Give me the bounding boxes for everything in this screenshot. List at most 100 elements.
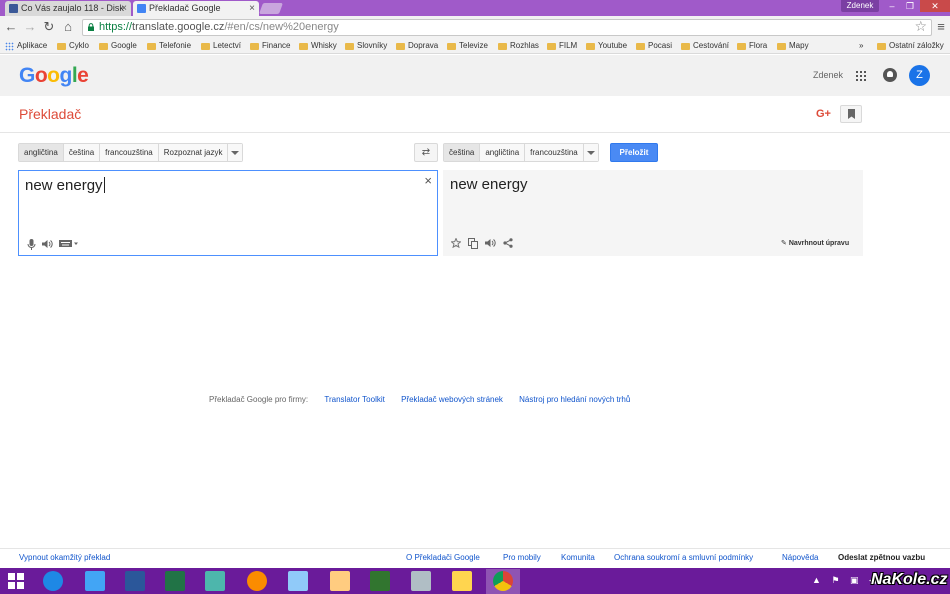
- star-icon[interactable]: [451, 238, 461, 248]
- paint-icon[interactable]: [330, 571, 350, 591]
- bookmark-folder[interactable]: Whisky: [299, 40, 337, 52]
- bookmark-folder[interactable]: FILM: [547, 40, 577, 52]
- listen-speaker-icon[interactable]: [42, 239, 53, 249]
- bookmarks-overflow-button[interactable]: »: [859, 40, 863, 52]
- footer-link-about[interactable]: O Překladači Google: [406, 553, 480, 562]
- clear-text-icon[interactable]: ×: [424, 173, 432, 188]
- footer-link-community[interactable]: Komunita: [561, 553, 595, 562]
- word-icon[interactable]: [125, 571, 145, 591]
- new-tab-button[interactable]: [258, 3, 284, 14]
- app-icon[interactable]: [288, 571, 308, 591]
- source-lang-dropdown-icon[interactable]: [228, 144, 243, 161]
- bookmark-label: Google: [111, 41, 137, 50]
- tab-google-translate[interactable]: Překladač Google ×: [133, 1, 259, 16]
- target-language-bar: čeština angličtina francouzština: [443, 143, 599, 162]
- page-title[interactable]: Překladač: [19, 106, 81, 122]
- translate-button[interactable]: Přeložit: [610, 143, 658, 162]
- tab-close-icon[interactable]: ×: [121, 1, 127, 16]
- source-lang-english[interactable]: angličtina: [19, 144, 64, 161]
- chrome-icon[interactable]: [493, 571, 513, 591]
- address-bar[interactable]: https://translate.google.cz/#en/cs/new%2…: [82, 19, 932, 36]
- footer-link-privacy[interactable]: Ochrana soukromí a smluvní podmínky: [614, 553, 753, 562]
- bookmark-label: Rozhlas: [510, 41, 539, 50]
- excel-icon[interactable]: [165, 571, 185, 591]
- share-icon[interactable]: [503, 238, 513, 248]
- media-player-icon[interactable]: [247, 571, 267, 591]
- send-feedback-link[interactable]: Odeslat zpětnou vazbu: [838, 553, 925, 562]
- bookmark-folder[interactable]: Rozhlas: [498, 40, 539, 52]
- suggest-edit-link[interactable]: ✎ Navrhnout úpravu: [781, 239, 849, 247]
- bookmark-label: Pocasi: [648, 41, 673, 50]
- google-logo-text: Google: [19, 64, 89, 87]
- paint-tool-icon[interactable]: [205, 571, 225, 591]
- tab-close-icon[interactable]: ×: [249, 1, 255, 16]
- bookmark-folder[interactable]: Google: [99, 40, 137, 52]
- bookmark-folder[interactable]: Finance: [250, 40, 290, 52]
- bookmark-folder[interactable]: Letectví: [201, 40, 241, 52]
- profile-button[interactable]: Zdenek: [841, 0, 879, 12]
- target-lang-english[interactable]: angličtina: [480, 144, 526, 161]
- windows-start-icon[interactable]: [8, 573, 24, 589]
- google-logo[interactable]: Google: [19, 64, 89, 88]
- website-translator-link[interactable]: Překladač webových stránek: [401, 395, 503, 404]
- bookmark-folder[interactable]: Televize: [447, 40, 488, 52]
- file-explorer-icon[interactable]: [452, 571, 472, 591]
- account-name[interactable]: Zdenek: [813, 70, 843, 80]
- bookmark-folder[interactable]: Doprava: [396, 40, 438, 52]
- bookmark-folder[interactable]: Flora: [737, 40, 767, 52]
- download-manager-icon[interactable]: [85, 571, 105, 591]
- tab-title: Co Vás zaujalo 118 - Disk: [21, 3, 124, 13]
- window-close-button[interactable]: ✕: [920, 0, 950, 12]
- back-button[interactable]: ←: [3, 19, 19, 35]
- notifications-bell-icon[interactable]: [883, 68, 897, 82]
- google-plus-icon[interactable]: G+: [816, 108, 831, 120]
- reload-button[interactable]: ↻: [41, 19, 57, 35]
- bookmark-other-folder[interactable]: Ostatní záložky: [877, 40, 944, 52]
- source-lang-french[interactable]: francouzština: [100, 144, 159, 161]
- source-lang-detect[interactable]: Rozpoznat jazyk: [158, 144, 229, 161]
- avatar[interactable]: Z: [909, 65, 930, 86]
- google-apps-icon[interactable]: [855, 70, 867, 82]
- bookmark-folder[interactable]: Telefonie: [147, 40, 191, 52]
- global-market-finder-link[interactable]: Nástroj pro hledání nových trhů: [519, 395, 630, 404]
- microphone-icon[interactable]: [27, 239, 36, 250]
- bookmark-star-icon[interactable]: ☆: [914, 19, 927, 34]
- bookmark-folder[interactable]: Mapy: [777, 40, 809, 52]
- bookmark-folder[interactable]: Cestování: [681, 40, 729, 52]
- folder-icon: [681, 43, 690, 50]
- home-button[interactable]: ⌂: [60, 19, 76, 35]
- source-text-input[interactable]: new energy ×: [18, 170, 438, 256]
- folder-icon: [99, 43, 108, 50]
- lock-icon: [88, 23, 94, 31]
- folder-icon: [447, 43, 456, 50]
- project-icon[interactable]: [370, 571, 390, 591]
- footer-link-help[interactable]: Nápověda: [782, 553, 818, 562]
- internet-explorer-icon[interactable]: [43, 571, 63, 591]
- translation-result-text[interactable]: new energy: [450, 176, 528, 193]
- source-lang-czech[interactable]: čeština: [63, 144, 101, 161]
- disable-instant-translation-link[interactable]: Vypnout okamžitý překlad: [19, 553, 110, 562]
- target-lang-czech[interactable]: čeština: [444, 144, 481, 161]
- source-text-value[interactable]: new energy: [25, 177, 105, 194]
- bookmark-apps[interactable]: Aplikace: [5, 40, 47, 52]
- bookmark-folder[interactable]: Slovníky: [345, 40, 387, 52]
- translator-toolkit-link[interactable]: Translator Toolkit: [324, 395, 384, 404]
- forward-button[interactable]: →: [22, 19, 38, 35]
- bookmark-folder[interactable]: Pocasi: [636, 40, 672, 52]
- target-lang-french[interactable]: francouzština: [525, 144, 584, 161]
- copy-icon[interactable]: [468, 238, 478, 249]
- browser-menu-icon[interactable]: ≡: [935, 19, 947, 34]
- restore-button[interactable]: ❐: [899, 0, 921, 12]
- footer-link-mobile[interactable]: Pro mobily: [503, 553, 541, 562]
- calculator-icon[interactable]: [411, 571, 431, 591]
- bookmark-label: Mapy: [789, 41, 809, 50]
- bookmark-folder[interactable]: Cyklo: [57, 40, 89, 52]
- target-lang-dropdown-icon[interactable]: [583, 144, 598, 161]
- tab-discussion[interactable]: Co Vás zaujalo 118 - Disk ×: [5, 1, 131, 16]
- folder-icon: [299, 43, 308, 50]
- bookmark-folder[interactable]: Youtube: [586, 40, 627, 52]
- phrasebook-button[interactable]: [840, 105, 862, 123]
- swap-languages-button[interactable]: ⇄: [414, 143, 438, 162]
- keyboard-icon[interactable]: [59, 239, 79, 248]
- listen-speaker-icon[interactable]: [485, 238, 496, 248]
